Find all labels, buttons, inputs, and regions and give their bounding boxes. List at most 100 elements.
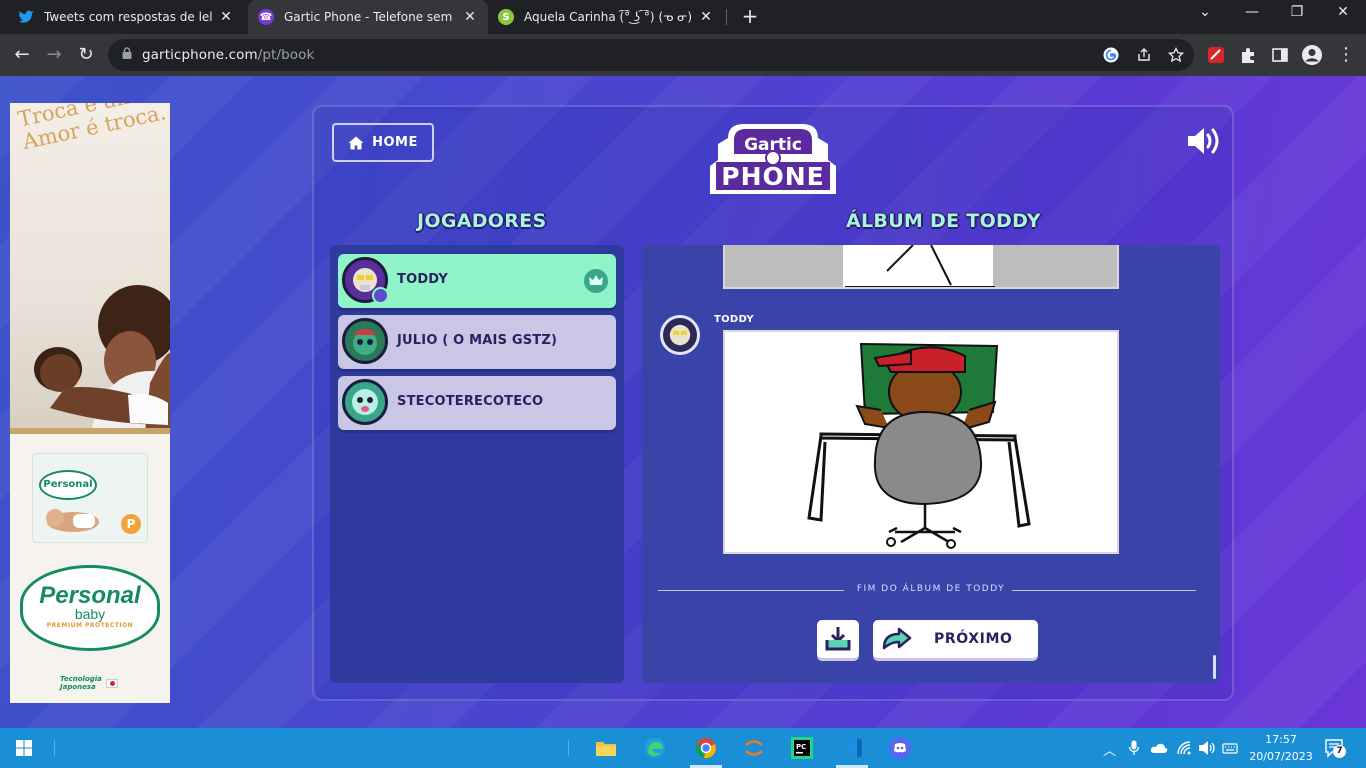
download-button[interactable] <box>817 620 859 658</box>
next-button[interactable]: PRÓXIMO <box>873 620 1038 658</box>
windows-logo-icon <box>16 740 32 756</box>
ghost-face-avatar-icon <box>352 389 378 415</box>
wifi-icon[interactable] <box>1176 740 1192 756</box>
next-arrow-icon <box>882 627 912 650</box>
album-author-avatar <box>660 315 700 355</box>
profile-avatar-icon[interactable] <box>1301 44 1323 66</box>
download-icon <box>825 627 851 651</box>
home-label: HOME <box>372 135 418 150</box>
gartic-phone-logo[interactable]: Gartic PHONE <box>704 120 842 200</box>
end-of-album-label: FIM DO ÁLBUM DE TODDY <box>856 584 1006 594</box>
close-window-button[interactable]: ✕ <box>1328 4 1358 20</box>
home-button[interactable]: HOME <box>332 123 434 162</box>
file-explorer-icon[interactable] <box>586 728 626 768</box>
tab-twitter[interactable]: Tweets com respostas de lelets (@ ✕ <box>8 0 244 34</box>
taskbar-separator <box>54 740 55 756</box>
s-icon: S <box>498 9 514 25</box>
svg-text:PC: PC <box>796 743 806 751</box>
tab-gartic-phone[interactable]: ☎ Gartic Phone - Telefone sem fio ✕ <box>248 0 488 34</box>
menu-kebab-icon[interactable]: ⋮ <box>1334 43 1358 67</box>
players-list: TODDY JULIO ( O MAIS GSTZ) STECOTERECOTE… <box>330 245 624 683</box>
tab-separator <box>726 9 727 25</box>
extensions-puzzle-icon[interactable] <box>1239 46 1257 64</box>
ad-photo <box>10 103 170 433</box>
notification-count-badge: 7 <box>1333 745 1346 758</box>
windows-taskbar: PC ︿ 17:57 20/07/2023 7 <box>0 728 1366 768</box>
url-text: garticphone.com/pt/book <box>142 47 314 63</box>
back-button[interactable]: ← <box>10 43 34 67</box>
avatar <box>342 318 388 364</box>
players-title: JOGADORES <box>417 210 547 232</box>
drawing-person-at-computer <box>807 342 1031 549</box>
discord-icon[interactable] <box>880 728 920 768</box>
ad-tagline: PREMIUM PROTECTION <box>46 622 134 629</box>
url-host: garticphone.com <box>142 47 258 63</box>
next-label: PRÓXIMO <box>934 631 1013 647</box>
ad-brand-logo: Personal baby PREMIUM PROTECTION <box>20 565 160 651</box>
previous-drawing <box>723 245 1119 289</box>
close-icon[interactable]: ✕ <box>462 9 478 25</box>
player-name: STECOTERECOTECO <box>397 394 544 409</box>
close-icon[interactable]: ✕ <box>698 9 714 25</box>
address-bar[interactable]: garticphone.com/pt/book <box>108 39 1194 71</box>
keyboard-layout-icon[interactable] <box>1222 740 1238 756</box>
cap-face-avatar-icon <box>353 329 377 355</box>
forward-button[interactable]: → <box>42 43 66 67</box>
home-icon <box>348 136 364 149</box>
end-divider-right <box>1012 590 1196 591</box>
google-icon[interactable] <box>1103 47 1119 63</box>
avatar <box>342 379 388 425</box>
chrome-icon[interactable] <box>686 728 726 768</box>
mother-baby-image <box>34 285 170 433</box>
tab-search-icon[interactable]: ⌄ <box>1190 4 1220 20</box>
jupyter-icon[interactable] <box>734 728 774 768</box>
system-clock[interactable]: 17:57 20/07/2023 <box>1246 731 1316 765</box>
ad-divider <box>10 428 170 434</box>
tab-title: Aquela Carinha (͡° ͜ʖ ͡°) (ᓀ ᓂ) ( <box>524 10 692 24</box>
skull-avatar-icon <box>669 324 691 346</box>
twitter-icon <box>18 9 34 25</box>
album-scrollbar[interactable] <box>1213 655 1216 679</box>
browser-toolbar: ← → ↻ garticphone.com/pt/book ⋮ <box>0 34 1366 76</box>
bookmark-star-icon[interactable] <box>1168 47 1184 63</box>
speaker-icon[interactable] <box>1198 740 1216 756</box>
onedrive-icon[interactable] <box>1150 742 1168 754</box>
pack-baby-image <box>46 509 99 532</box>
pack-size-badge: P <box>121 514 141 534</box>
start-button[interactable] <box>4 728 44 768</box>
browser-tab-strip: Tweets com respostas de lelets (@ ✕ ☎ Ga… <box>0 0 1366 34</box>
tab-title: Tweets com respostas de lelets (@ <box>44 10 212 24</box>
album-drawing <box>723 330 1119 554</box>
player-item-toddy[interactable]: TODDY <box>338 254 616 308</box>
share-icon[interactable] <box>1136 47 1152 63</box>
lock-icon <box>122 47 132 59</box>
volume-icon[interactable] <box>1186 126 1222 156</box>
album-author-name: TODDY <box>714 314 754 325</box>
close-icon[interactable]: ✕ <box>218 9 234 25</box>
vscode-icon[interactable] <box>832 728 872 768</box>
pack-logo: Personal <box>39 470 97 500</box>
new-tab-button[interactable]: + <box>738 5 762 29</box>
crown-icon <box>584 269 608 293</box>
host-badge-icon <box>372 287 389 304</box>
minimize-button[interactable]: — <box>1237 4 1267 20</box>
url-path: /pt/book <box>257 47 315 63</box>
taskbar-separator <box>568 740 569 756</box>
restore-button[interactable]: ❐ <box>1282 4 1312 20</box>
edge-icon[interactable] <box>635 728 675 768</box>
clock-time: 17:57 <box>1265 733 1297 746</box>
pycharm-icon[interactable]: PC <box>782 728 822 768</box>
player-item-stecoterecoteco[interactable]: STECOTERECOTECO <box>338 376 616 430</box>
tab-aquela-carinha[interactable]: S Aquela Carinha (͡° ͜ʖ ͡°) (ᓀ ᓂ) ( ✕ <box>488 0 724 34</box>
reload-button[interactable]: ↻ <box>74 43 98 67</box>
album-panel: TODDY FIM DO ÁLBUM DE TODDY PRÓXIMO <box>642 245 1220 683</box>
microphone-icon[interactable] <box>1128 740 1140 756</box>
side-advertisement[interactable]: Troca é amor. Amor é troca. Personal P P… <box>10 103 170 703</box>
player-item-julio[interactable]: JULIO ( O MAIS GSTZ) <box>338 315 616 369</box>
show-hidden-icons-icon[interactable]: ︿ <box>1103 740 1116 759</box>
album-title: ÁLBUM DE TODDY <box>846 210 1041 232</box>
japan-flag-icon <box>106 679 118 688</box>
side-panel-icon[interactable] <box>1271 46 1289 64</box>
extension-red-icon[interactable] <box>1207 46 1225 64</box>
notification-center-button[interactable]: 7 <box>1324 738 1346 758</box>
